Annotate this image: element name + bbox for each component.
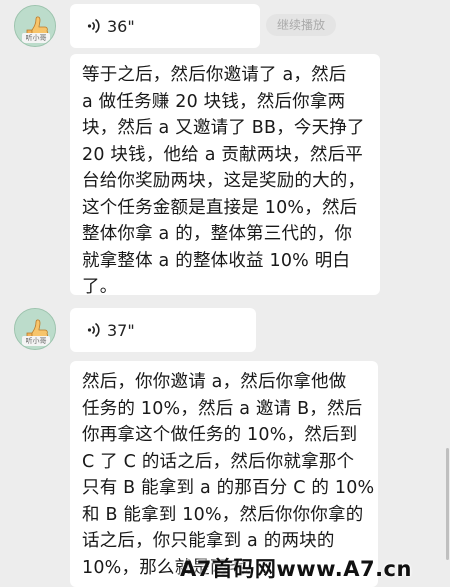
transcript-line: 话之后，你只能拿到 a 的两块的 bbox=[82, 531, 335, 551]
transcript-line: 了。 bbox=[82, 277, 118, 297]
transcript-line: 然后，你你邀请 a，然后你拿他做 bbox=[82, 372, 347, 392]
transcript-line: 20 块钱，他给 a 贡献两块，然后平 bbox=[82, 144, 363, 165]
transcript-line: 这个任务金额是直接是 10%，然后 bbox=[82, 197, 358, 218]
transcript-line: 和 B 能拿到 10%，然后你你你拿的 bbox=[82, 504, 364, 525]
transcript-line: 整体你拿 a 的，整体第三代的，你 bbox=[82, 224, 353, 244]
transcript-line: C 了 C 的话之后，然后你就拿那个 bbox=[82, 451, 355, 472]
transcript-line: 你再拿这个做任务的 10%，然后到 bbox=[82, 425, 358, 445]
chat-screen: 听小哥 36" 继续播放 等于之后，然后你邀请了 a，然后 a 做任务赚 20 … bbox=[0, 0, 450, 587]
voice-duration: 37" bbox=[107, 320, 135, 340]
sender-avatar[interactable]: 听小哥 bbox=[14, 5, 56, 47]
transcript-line: 等于之后，然后你邀请了 a，然后 bbox=[82, 65, 347, 85]
voice-wave-icon bbox=[87, 18, 100, 34]
avatar-label: 听小哥 bbox=[22, 336, 50, 346]
transcript-line: 台给你奖励两块，这是奖励的大的， bbox=[82, 171, 366, 191]
scrollbar[interactable] bbox=[446, 448, 449, 560]
sender-avatar[interactable]: 听小哥 bbox=[14, 308, 56, 350]
voice-message-bubble[interactable]: 37" bbox=[70, 308, 256, 352]
transcript-line: 就拿整体 a 的整体收益 10% 明白 bbox=[82, 250, 351, 271]
voice-transcript-bubble: 等于之后，然后你邀请了 a，然后 a 做任务赚 20 块钱，然后你拿两 块，然后… bbox=[70, 54, 380, 297]
avatar-label: 听小哥 bbox=[22, 33, 50, 43]
transcript-line: 块，然后 a 又邀请了 BB，今天挣了 bbox=[82, 118, 365, 138]
watermark: A7首码网www.A7.cn bbox=[180, 557, 412, 581]
voice-message-bubble[interactable]: 36" bbox=[70, 4, 260, 48]
transcript-line: a 做任务赚 20 块钱，然后你拿两 bbox=[82, 91, 346, 112]
continue-play-button[interactable]: 继续播放 bbox=[266, 14, 336, 36]
transcript-line: 任务的 10%，然后 a 邀请 B，然后 bbox=[82, 398, 363, 419]
transcript-line: 只有 B 能拿到 a 的那百分 C 的 10% bbox=[82, 478, 375, 498]
voice-duration: 36" bbox=[107, 16, 135, 36]
voice-wave-icon bbox=[87, 322, 100, 338]
